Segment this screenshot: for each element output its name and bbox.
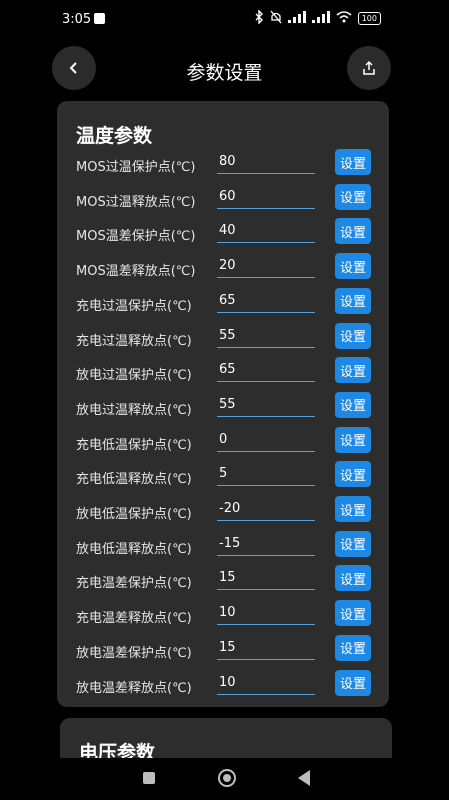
set-button[interactable]: 设置 xyxy=(335,183,371,210)
set-button[interactable]: 设置 xyxy=(335,461,371,488)
param-value-input[interactable]: 20 xyxy=(217,257,315,279)
set-button[interactable]: 设置 xyxy=(335,149,371,175)
param-value-input[interactable]: 65 xyxy=(217,292,315,313)
param-row: 放电温差释放点(℃) 10 设置 xyxy=(57,668,389,702)
set-button[interactable]: 设置 xyxy=(335,218,371,245)
set-button[interactable]: 设置 xyxy=(335,565,371,592)
share-icon xyxy=(363,60,375,75)
system-icons: 100 xyxy=(254,9,381,27)
param-label: 充电温差保护点(℃) xyxy=(76,576,192,592)
set-button[interactable]: 设置 xyxy=(335,496,371,522)
param-value-input[interactable]: 15 xyxy=(217,569,315,591)
bluetooth-icon xyxy=(254,9,264,27)
battery-icon: 100 xyxy=(357,12,381,25)
param-value-input[interactable]: 55 xyxy=(217,396,315,417)
param-value-input[interactable]: 0 xyxy=(217,431,315,452)
param-row: 放电过温释放点(℃) 55 设置 xyxy=(57,390,389,424)
signal-icon xyxy=(287,11,306,26)
param-label: 放电温差释放点(℃) xyxy=(76,680,192,696)
param-value-input[interactable]: 55 xyxy=(217,327,315,348)
home-icon[interactable] xyxy=(218,769,236,787)
param-row: 放电过温保护点(℃) 65 设置 xyxy=(57,355,389,389)
set-button[interactable]: 设置 xyxy=(335,426,371,453)
param-label: 充电过温保护点(℃) xyxy=(76,298,192,314)
param-value-input[interactable]: 10 xyxy=(217,604,315,626)
home-icon-dot xyxy=(223,774,231,782)
param-row: MOS过温保护点(℃) 80 设置 xyxy=(57,147,389,181)
param-label: MOS温差保护点(℃) xyxy=(76,229,196,245)
param-row: 充电过温释放点(℃) 55 设置 xyxy=(57,321,389,355)
set-button[interactable]: 设置 xyxy=(335,357,371,384)
param-label: 充电低温保护点(℃) xyxy=(76,437,192,453)
param-value-input[interactable]: 80 xyxy=(217,153,315,174)
param-row: 充电低温释放点(℃) 5 设置 xyxy=(57,459,389,493)
param-label: MOS过温释放点(℃) xyxy=(76,194,196,210)
signal-icon-2 xyxy=(311,11,330,26)
param-row: MOS过温释放点(℃) 60 设置 xyxy=(57,182,389,216)
param-label: MOS过温保护点(℃) xyxy=(76,160,196,175)
param-label: 充电低温释放点(℃) xyxy=(76,472,192,488)
param-value-input[interactable]: -20 xyxy=(217,500,315,521)
param-label: 放电过温保护点(℃) xyxy=(76,368,192,384)
param-label: 放电低温保护点(℃) xyxy=(76,507,192,522)
param-row: 放电低温释放点(℃) -15 设置 xyxy=(57,529,389,563)
param-label: 充电温差释放点(℃) xyxy=(76,611,192,627)
param-label: 放电温差保护点(℃) xyxy=(76,645,192,661)
param-value-input[interactable]: 60 xyxy=(217,188,315,209)
param-label: 放电过温释放点(℃) xyxy=(76,402,192,418)
set-button[interactable]: 设置 xyxy=(335,391,371,418)
set-button[interactable]: 设置 xyxy=(335,530,371,557)
param-label: 放电低温释放点(℃) xyxy=(76,541,192,557)
param-row: 放电温差保护点(℃) 15 设置 xyxy=(57,633,389,667)
param-row: 放电低温保护点(℃) -20 设置 xyxy=(57,494,389,528)
back-nav-icon[interactable] xyxy=(298,770,310,786)
param-row: 充电温差释放点(℃) 10 设置 xyxy=(57,598,389,632)
top-bar: 参数设置 xyxy=(0,44,449,96)
param-row: 充电温差保护点(℃) 15 设置 xyxy=(57,563,389,597)
set-button[interactable]: 设置 xyxy=(335,600,371,627)
wifi-icon xyxy=(336,11,352,26)
set-button[interactable]: 设置 xyxy=(335,253,371,280)
recents-icon[interactable] xyxy=(143,772,155,784)
share-button[interactable] xyxy=(347,46,391,90)
status-time: 3:05 xyxy=(62,12,92,27)
temperature-card: 温度参数 MOS过温保护点(℃) 80 设置 MOS过温释放点(℃) 60 设置 MOS温差… xyxy=(57,101,389,707)
set-button[interactable]: 设置 xyxy=(335,322,371,349)
param-row: 充电过温保护点(℃) 65 设置 xyxy=(57,286,389,320)
param-row: MOS温差保护点(℃) 40 设置 xyxy=(57,216,389,250)
status-bar: 3:05 100 xyxy=(0,0,449,40)
param-value-input[interactable]: -15 xyxy=(217,535,315,556)
param-row: 充电低温保护点(℃) 0 设置 xyxy=(57,425,389,459)
param-value-input[interactable]: 40 xyxy=(217,222,315,244)
navigation-bar xyxy=(0,758,449,800)
set-button[interactable]: 设置 xyxy=(335,669,371,696)
param-label: MOS温差释放点(℃) xyxy=(76,264,196,280)
mute-icon xyxy=(270,10,282,27)
temperature-card-title: 温度参数 xyxy=(76,125,153,147)
param-value-input[interactable]: 15 xyxy=(217,639,315,660)
param-value-input[interactable]: 65 xyxy=(217,361,315,383)
param-value-input[interactable]: 5 xyxy=(217,465,315,487)
param-row: MOS温差释放点(℃) 20 设置 xyxy=(57,251,389,285)
param-label: 充电过温释放点(℃) xyxy=(76,333,192,349)
set-button[interactable]: 设置 xyxy=(335,634,371,661)
set-button[interactable]: 设置 xyxy=(335,287,371,314)
notification-icon xyxy=(94,13,105,24)
param-value-input[interactable]: 10 xyxy=(217,674,315,695)
